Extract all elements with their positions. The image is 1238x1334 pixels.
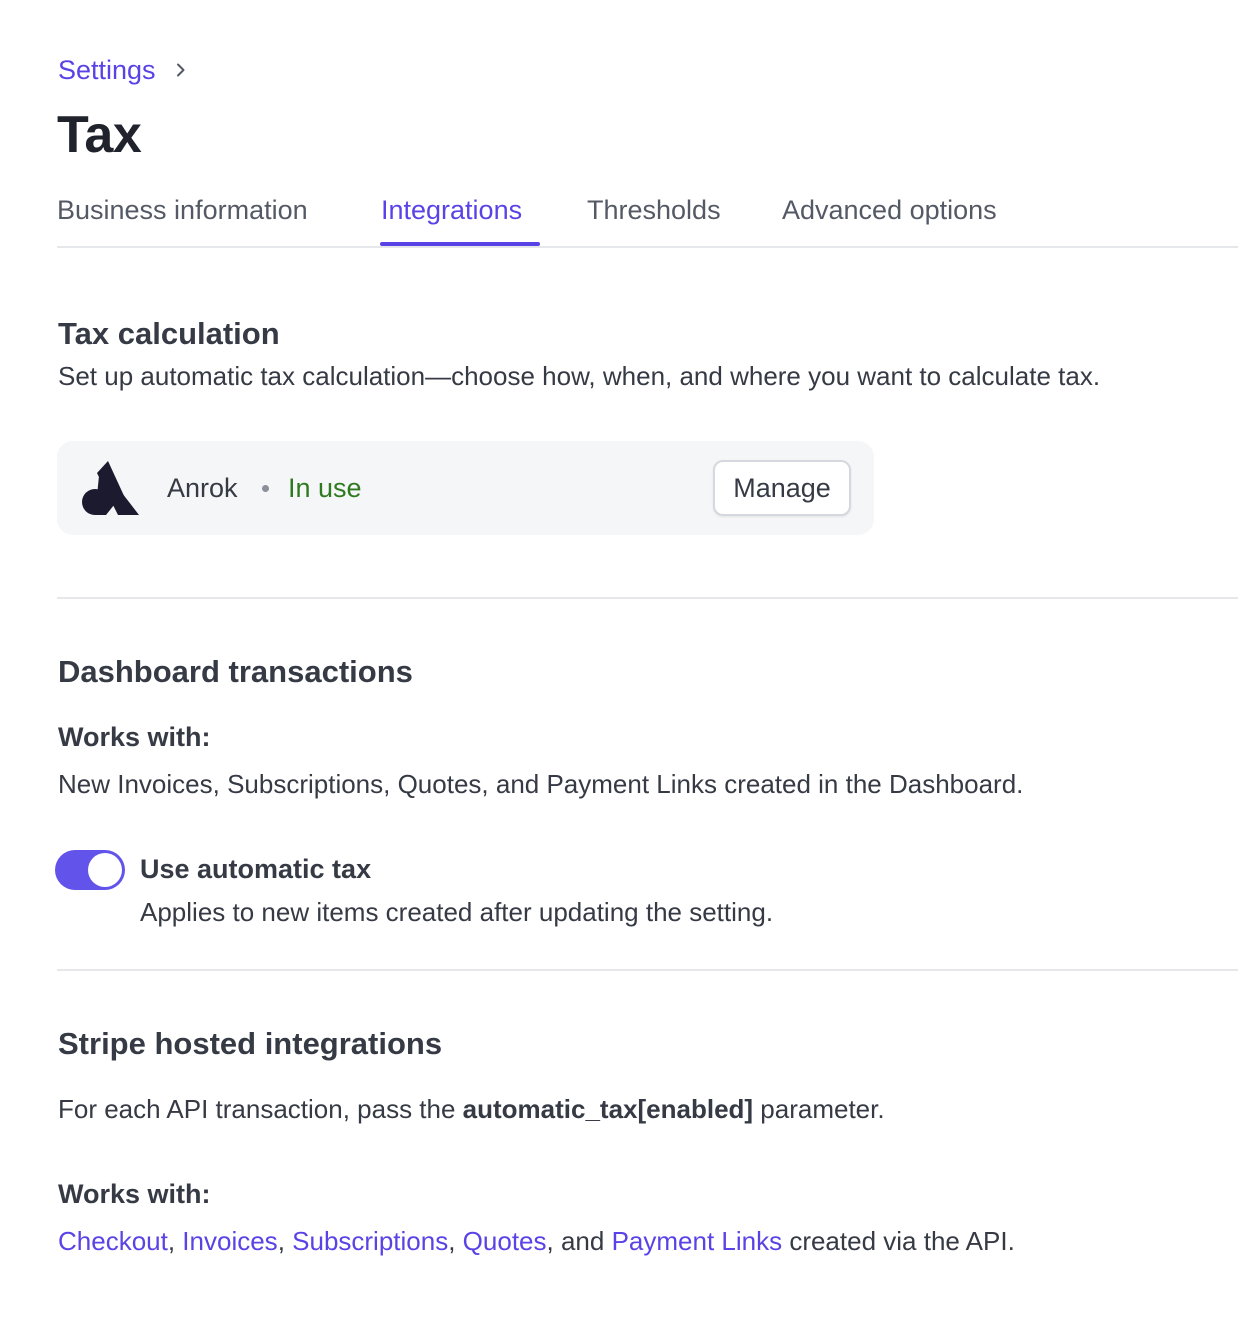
- stripe-works-with-links: Checkout, Invoices, Subscriptions, Quote…: [58, 1224, 1015, 1258]
- tab-business-information[interactable]: Business information: [57, 190, 308, 230]
- separator-text: , and: [546, 1226, 612, 1256]
- quotes-link[interactable]: Quotes: [463, 1226, 547, 1256]
- integration-name: Anrok: [167, 473, 238, 503]
- invoices-link[interactable]: Invoices: [182, 1226, 277, 1256]
- chevron-right-icon: [176, 63, 185, 77]
- separator-dot: [262, 485, 269, 492]
- dashboard-works-with-text: New Invoices, Subscriptions, Quotes, and…: [58, 769, 1024, 799]
- anrok-integration-card: Anrok In use Manage: [57, 441, 874, 535]
- payment-links-link[interactable]: Payment Links: [612, 1226, 783, 1256]
- breadcrumb: Settings: [58, 54, 188, 86]
- tax-calculation-description: Set up automatic tax calculation—choose …: [58, 361, 1101, 391]
- tab-thresholds[interactable]: Thresholds: [587, 190, 721, 230]
- tax-calculation-title: Tax calculation: [58, 316, 280, 351]
- section-divider: [57, 597, 1238, 599]
- api-parameter: automatic_tax[enabled]: [462, 1094, 754, 1124]
- breadcrumb-settings-link[interactable]: Settings: [58, 54, 156, 86]
- works-with-label: Works with:: [58, 1179, 211, 1209]
- stripe-hosted-title: Stripe hosted integrations: [58, 1026, 443, 1061]
- works-with-label: Works with:: [58, 722, 211, 752]
- desc-prefix: For each API transaction, pass the: [58, 1094, 463, 1124]
- automatic-tax-description: Applies to new items created after updat…: [140, 897, 774, 927]
- separator-text: ,: [277, 1226, 293, 1256]
- section-divider: [57, 969, 1238, 971]
- separator-text: ,: [167, 1226, 183, 1256]
- active-tab-indicator: [380, 242, 540, 246]
- integration-status: In use: [288, 473, 362, 503]
- automatic-tax-label: Use automatic tax: [140, 854, 372, 884]
- subscriptions-link[interactable]: Subscriptions: [292, 1226, 448, 1256]
- links-suffix: created via the API.: [782, 1226, 1015, 1256]
- toggle-knob: [88, 853, 122, 887]
- anrok-logo-icon: [82, 461, 139, 515]
- tab-advanced-options[interactable]: Advanced options: [782, 190, 997, 230]
- page-title: Tax: [57, 106, 142, 164]
- checkout-link[interactable]: Checkout: [58, 1226, 168, 1256]
- separator-text: ,: [448, 1226, 463, 1256]
- automatic-tax-toggle[interactable]: [55, 850, 125, 890]
- manage-button[interactable]: Manage: [713, 460, 851, 516]
- tab-bar: Business information Integrations Thresh…: [57, 190, 1238, 248]
- tab-integrations[interactable]: Integrations: [381, 190, 522, 230]
- desc-suffix: parameter.: [753, 1094, 885, 1124]
- stripe-hosted-description: For each API transaction, pass the autom…: [58, 1092, 885, 1126]
- dashboard-transactions-title: Dashboard transactions: [58, 654, 413, 689]
